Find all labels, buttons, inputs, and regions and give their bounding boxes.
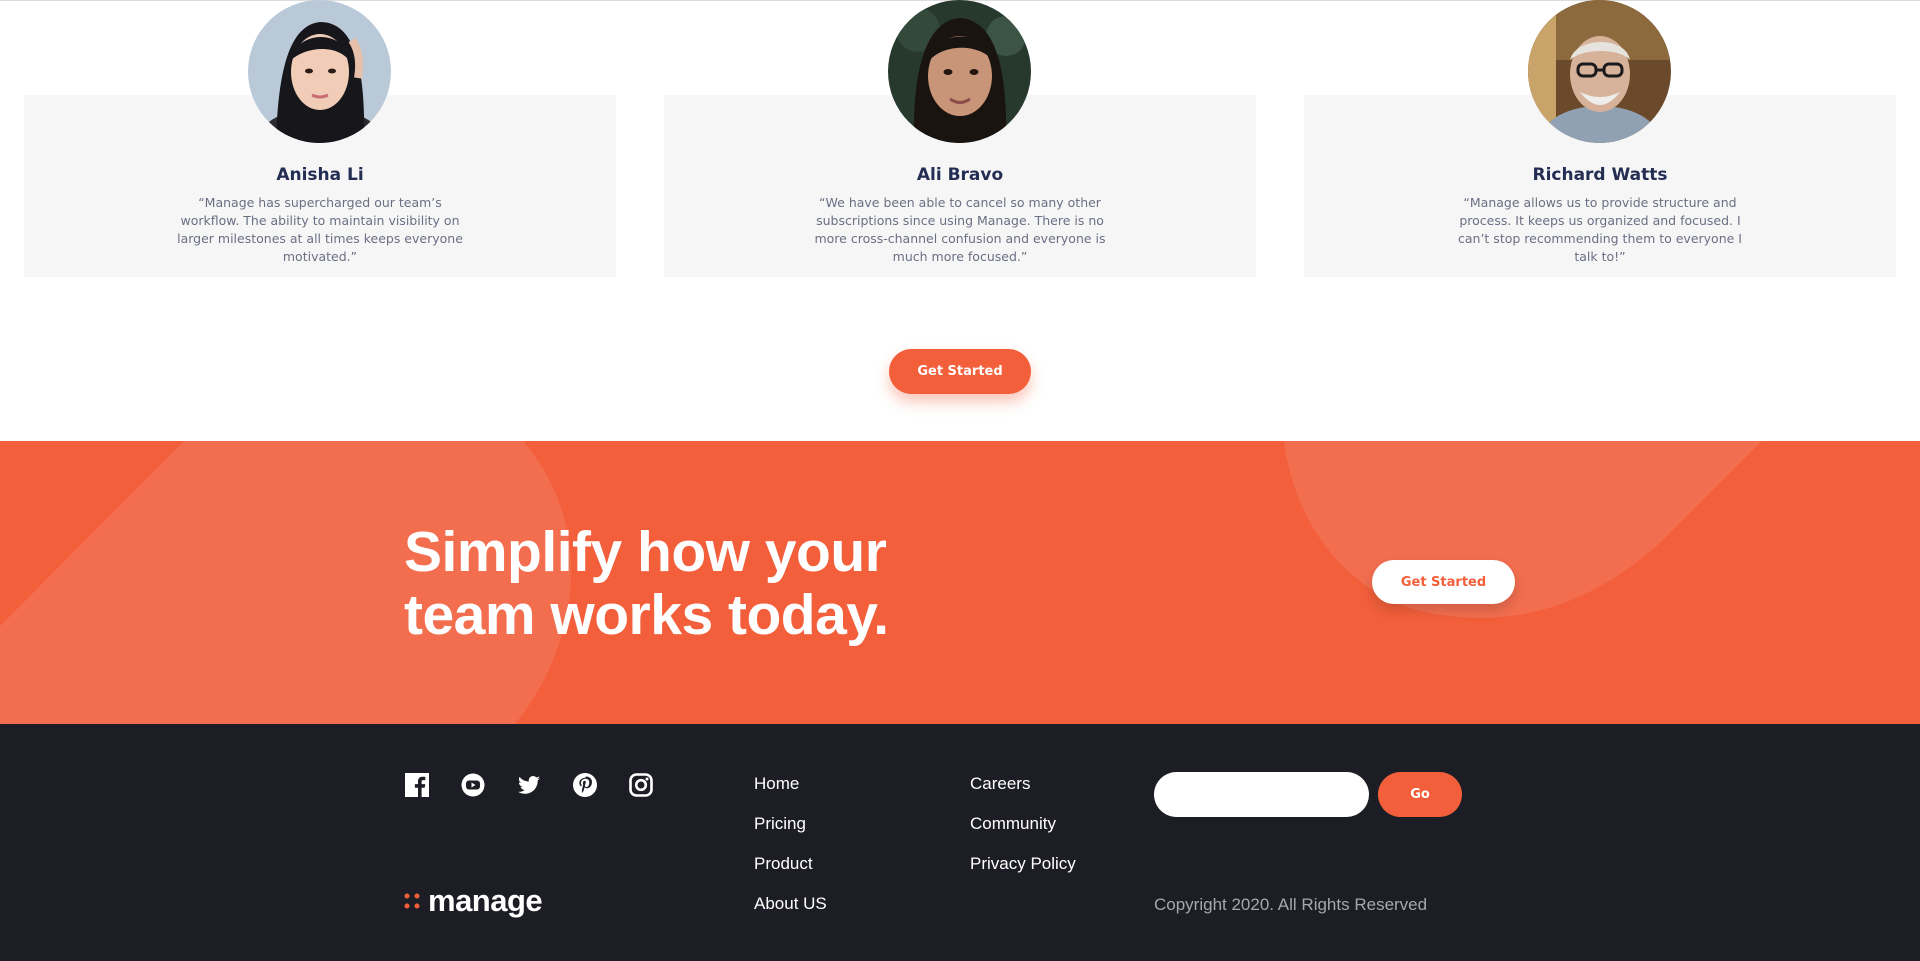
footer-link-community[interactable]: Community [970, 814, 1056, 834]
instagram-icon[interactable] [628, 772, 654, 798]
testimonials-section: Anisha Li “Manage has supercharged our t… [0, 0, 1920, 441]
avatar [888, 0, 1031, 143]
testimonial-card: Anisha Li “Manage has supercharged our t… [24, 0, 616, 277]
testimonial-card: Ali Bravo “We have been able to cancel s… [664, 0, 1256, 277]
logo-text: manage [428, 883, 543, 918]
pinterest-icon[interactable] [572, 772, 598, 798]
testimonial-quote: “Manage has supercharged our team’s work… [177, 195, 463, 264]
cta-heading: Simplify how your team works today. [404, 520, 889, 647]
footer-link-privacy-policy[interactable]: Privacy Policy [970, 854, 1076, 874]
avatar [248, 0, 391, 143]
testimonial-card: Richard Watts “Manage allows us to provi… [1304, 0, 1896, 277]
footer-link-home[interactable]: Home [754, 774, 799, 794]
footer-link-pricing[interactable]: Pricing [754, 814, 806, 834]
copyright-text: Copyright 2020. All Rights Reserved [1154, 895, 1428, 914]
footer-link-about-us[interactable]: About US [754, 894, 827, 914]
testimonial-name: Anisha Li [276, 165, 364, 185]
email-field[interactable] [1154, 772, 1369, 817]
avatar [1528, 0, 1671, 143]
footer: Home Pricing Product About US Careers Co… [0, 724, 1920, 961]
testimonial-quote: “We have been able to cancel so many oth… [814, 195, 1106, 264]
footer-link-product[interactable]: Product [754, 854, 813, 874]
testimonial-quote: “Manage allows us to provide structure a… [1458, 195, 1742, 264]
testimonial-name: Ali Bravo [916, 165, 1004, 185]
twitter-icon[interactable] [516, 772, 542, 798]
youtube-icon[interactable] [460, 772, 486, 798]
get-started-button[interactable]: Get Started [889, 349, 1031, 394]
logo-dots-icon [404, 893, 420, 909]
logo[interactable]: manage [404, 883, 543, 919]
get-started-button[interactable]: Get Started [1372, 560, 1515, 604]
facebook-icon[interactable] [404, 772, 430, 798]
go-button[interactable]: Go [1378, 772, 1462, 817]
testimonial-name: Richard Watts [1532, 165, 1668, 185]
cta-banner: Simplify how your team works today. Get … [0, 441, 1920, 724]
footer-link-careers[interactable]: Careers [970, 774, 1030, 794]
